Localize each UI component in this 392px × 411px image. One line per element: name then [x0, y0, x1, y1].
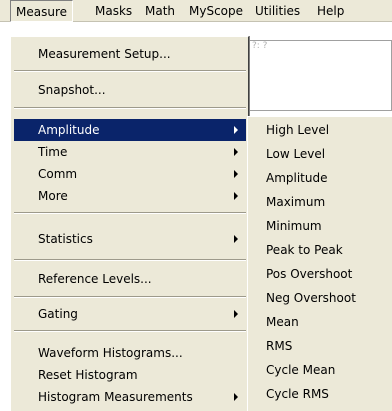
submenu-item-high-level[interactable]: High Level — [250, 118, 391, 142]
menu-item-reset-histogram[interactable]: Reset Histogram — [14, 364, 246, 386]
menu-myscope[interactable]: MyScope — [184, 0, 248, 22]
menu-item-time[interactable]: Time — [14, 141, 246, 163]
submenu-item-mean[interactable]: Mean — [250, 310, 391, 334]
menu-separator — [14, 330, 246, 332]
submenu-item-rms[interactable]: RMS — [250, 334, 391, 358]
submenu-arrow-icon — [234, 393, 238, 401]
submenu-item-low-level[interactable]: Low Level — [250, 142, 391, 166]
menu-separator — [14, 259, 246, 261]
submenu-arrow-icon — [234, 170, 238, 178]
menu-bar: Measure Masks Math MyScope Utilities Hel… — [0, 0, 392, 22]
menu-item-label: Reference Levels... — [38, 272, 152, 286]
menu-item-label: Gating — [38, 307, 78, 321]
submenu-arrow-icon — [234, 310, 238, 318]
background-text: ?: ? — [252, 41, 268, 51]
menu-utilities[interactable]: Utilities — [250, 0, 305, 22]
submenu-arrow-icon — [234, 235, 238, 243]
submenu-item-amplitude[interactable]: Amplitude — [250, 166, 391, 190]
menu-item-label: Time — [38, 145, 68, 159]
menu-item-label: Snapshot... — [38, 83, 106, 97]
menu-masks[interactable]: Masks — [90, 0, 137, 22]
menu-measure[interactable]: Measure — [10, 0, 73, 22]
submenu-item-neg-overshoot[interactable]: Neg Overshoot — [250, 286, 391, 310]
menu-separator — [14, 212, 246, 214]
menu-item-measurement-setup[interactable]: Measurement Setup... — [14, 43, 246, 65]
submenu-item-cycle-rms[interactable]: Cycle RMS — [250, 382, 391, 406]
menu-item-label: Histogram Measurements — [38, 390, 193, 404]
menu-item-snapshot[interactable]: Snapshot... — [14, 79, 246, 101]
submenu-arrow-icon — [234, 148, 238, 156]
menu-separator — [14, 70, 246, 72]
menu-item-comm[interactable]: Comm — [14, 163, 246, 185]
menu-item-reference-levels[interactable]: Reference Levels... — [14, 268, 246, 290]
submenu-arrow-icon — [234, 192, 238, 200]
menu-item-label: Statistics — [38, 232, 93, 246]
menu-item-label: Waveform Histograms... — [38, 346, 183, 360]
menu-item-statistics[interactable]: Statistics — [14, 228, 246, 250]
menu-item-histogram-measurements[interactable]: Histogram Measurements — [14, 386, 246, 408]
submenu-item-peak-to-peak[interactable]: Peak to Peak — [250, 238, 391, 262]
background-panel: ?: ? — [245, 40, 392, 111]
menu-item-waveform-histograms[interactable]: Waveform Histograms... — [14, 342, 246, 364]
menu-item-gating[interactable]: Gating — [14, 303, 246, 325]
measure-menu: Measurement Setup... Snapshot... Amplitu… — [10, 36, 249, 411]
menu-separator — [14, 107, 246, 109]
menu-item-label: Amplitude — [38, 123, 100, 137]
submenu-item-minimum[interactable]: Minimum — [250, 214, 391, 238]
amplitude-submenu: High Level Low Level Amplitude Maximum M… — [247, 116, 392, 411]
submenu-item-pos-overshoot[interactable]: Pos Overshoot — [250, 262, 391, 286]
menu-item-more[interactable]: More — [14, 185, 246, 207]
menu-math[interactable]: Math — [140, 0, 180, 22]
submenu-item-maximum[interactable]: Maximum — [250, 190, 391, 214]
submenu-item-cycle-mean[interactable]: Cycle Mean — [250, 358, 391, 382]
menu-item-label: Comm — [38, 167, 78, 181]
menu-item-label: Reset Histogram — [38, 368, 138, 382]
menu-item-label: Measurement Setup... — [38, 47, 171, 61]
menu-item-label: More — [38, 189, 68, 203]
menu-separator — [14, 296, 246, 298]
submenu-arrow-icon — [234, 126, 238, 134]
menu-item-amplitude[interactable]: Amplitude — [14, 119, 246, 141]
menu-help[interactable]: Help — [312, 0, 349, 22]
